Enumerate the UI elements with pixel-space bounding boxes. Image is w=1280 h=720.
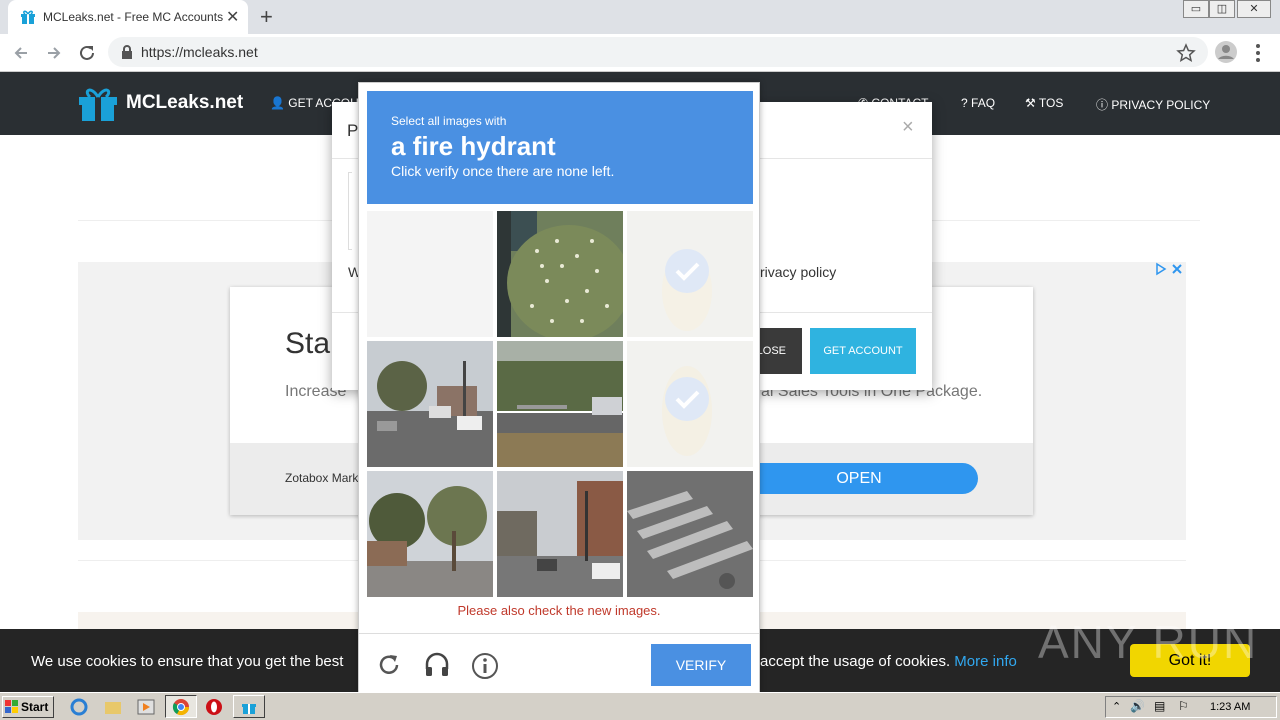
- tile-image-city-street: [497, 471, 623, 597]
- captcha-tile-4[interactable]: [367, 341, 493, 467]
- menu-dots-icon[interactable]: [1252, 43, 1264, 63]
- chrome-icon: [172, 699, 190, 716]
- minimize-button[interactable]: ▭: [1183, 0, 1209, 18]
- captcha-tile-8[interactable]: [497, 471, 623, 597]
- question-icon: ?: [961, 96, 968, 110]
- mcleaks-task-button[interactable]: [233, 695, 265, 718]
- cookie-text-right-body: accept the usage of cookies.: [760, 653, 951, 670]
- tile-image-road: [497, 341, 623, 467]
- gift-icon: [21, 10, 35, 24]
- maximize-button[interactable]: ◫: [1209, 0, 1235, 18]
- star-icon[interactable]: [1176, 43, 1196, 63]
- tab-close-icon[interactable]: ✕: [226, 7, 239, 27]
- captcha-target: a fire hydrant: [391, 131, 556, 161]
- captcha-tile-1[interactable]: [367, 211, 493, 337]
- audio-headphones-icon[interactable]: [423, 651, 451, 679]
- network-icon[interactable]: ▤: [1154, 699, 1165, 713]
- cookie-text: We use cookies to ensure that you get th…: [31, 653, 344, 670]
- captcha-tile-5[interactable]: [497, 341, 623, 467]
- start-label: Start: [21, 700, 49, 714]
- start-button[interactable]: Start: [2, 696, 54, 718]
- nav-privacy-label: PRIVACY POLICY: [1111, 98, 1211, 112]
- address-bar-row: https://mcleaks.net: [0, 34, 1280, 72]
- flag-icon[interactable]: ⚐: [1178, 699, 1189, 713]
- profile-icon[interactable]: [1215, 41, 1237, 63]
- new-tab-button[interactable]: +: [260, 4, 273, 30]
- browser-tab[interactable]: MCLeaks.net - Free MC Accounts ✕: [8, 0, 248, 34]
- ad-open-button[interactable]: OPEN: [740, 463, 978, 494]
- ad-headline: Sta: [285, 327, 331, 360]
- user-plus-icon: 👤: [270, 96, 285, 110]
- get-account-button[interactable]: GET ACCOUNT: [810, 328, 916, 374]
- windows-logo-icon: [5, 700, 18, 713]
- back-icon[interactable]: [12, 44, 30, 62]
- opera-icon[interactable]: [205, 698, 223, 716]
- gavel-icon: ⚒: [1025, 96, 1036, 110]
- captcha-tile-6[interactable]: [627, 341, 753, 467]
- more-info-link[interactable]: More info: [954, 653, 1017, 670]
- site-logo-text[interactable]: MCLeaks.net: [126, 92, 243, 114]
- lock-icon: [122, 45, 132, 59]
- captcha-tile-9[interactable]: [627, 471, 753, 597]
- nav-privacy[interactable]: ⓘ PRIVACY POLICY: [1096, 96, 1210, 113]
- media-player-icon[interactable]: [137, 698, 155, 716]
- tile-image-crosswalk: [627, 471, 753, 597]
- gift-icon: [242, 704, 256, 714]
- privacy-policy-link[interactable]: rivacy policy: [760, 264, 836, 280]
- captcha-header: Select all images with a fire hydrant Cl…: [367, 91, 753, 204]
- ad-choices-icon[interactable]: [1155, 262, 1185, 276]
- taskbar: Start ⌃ 🔊 ▤ ⚐ 1:23 AM: [0, 692, 1280, 720]
- captcha-instruction-small: Select all images with: [391, 114, 507, 128]
- nav-tos[interactable]: ⚒ TOS: [1025, 96, 1063, 110]
- system-tray: ⌃ 🔊 ▤ ⚐ 1:23 AM: [1105, 696, 1277, 718]
- clock[interactable]: 1:23 AM: [1210, 701, 1250, 713]
- captcha-tile-2[interactable]: [497, 211, 623, 337]
- cookie-text-right: accept the usage of cookies. More info: [760, 653, 1017, 670]
- modal-input-edge: [348, 172, 352, 250]
- volume-icon[interactable]: 🔊: [1130, 699, 1145, 713]
- window-close-button[interactable]: ✕: [1237, 0, 1271, 18]
- tile-selected-check-icon: [662, 249, 712, 331]
- nav-faq-label: FAQ: [971, 96, 996, 110]
- gift-logo-icon[interactable]: [77, 85, 119, 121]
- captcha-instruction-sub: Click verify once there are none left.: [391, 163, 615, 179]
- forward-icon[interactable]: [45, 44, 63, 62]
- tile-image-palm-trees: [367, 471, 493, 597]
- folder-icon[interactable]: [104, 698, 122, 716]
- chrome-task-button[interactable]: [165, 695, 197, 718]
- captcha-challenge: Select all images with a fire hydrant Cl…: [358, 82, 760, 693]
- tile-image-bush: [497, 211, 623, 337]
- refresh-icon[interactable]: [376, 652, 402, 678]
- tab-title: MCLeaks.net - Free MC Accounts: [43, 10, 224, 24]
- url-text: https://mcleaks.net: [141, 44, 258, 60]
- ie-icon[interactable]: [70, 698, 88, 716]
- captcha-tile-3[interactable]: [627, 211, 753, 337]
- ad-brand: Zotabox Mark: [285, 471, 359, 485]
- verify-button[interactable]: VERIFY: [651, 644, 751, 686]
- info-circle-icon: ⓘ: [1096, 98, 1109, 112]
- modal-close-icon[interactable]: ×: [902, 116, 914, 139]
- watermark: ANY RUN: [1038, 616, 1259, 668]
- nav-faq[interactable]: ? FAQ: [961, 96, 995, 110]
- captcha-tile-7[interactable]: [367, 471, 493, 597]
- captcha-error-message: Please also check the new images.: [457, 603, 661, 618]
- reload-icon[interactable]: [77, 43, 97, 63]
- captcha-footer: VERIFY: [359, 633, 759, 693]
- modal-title: P: [347, 121, 359, 140]
- tile-selected-check-icon: [662, 366, 712, 456]
- nav-tos-label: TOS: [1038, 96, 1064, 110]
- tile-image-intersection: [367, 341, 493, 467]
- tray-expand-icon[interactable]: ⌃: [1112, 700, 1121, 713]
- omnibox[interactable]: https://mcleaks.net: [108, 37, 1208, 67]
- info-icon[interactable]: [471, 652, 499, 680]
- tab-bar: MCLeaks.net - Free MC Accounts ✕ + ▭ ◫ ✕: [0, 0, 1280, 34]
